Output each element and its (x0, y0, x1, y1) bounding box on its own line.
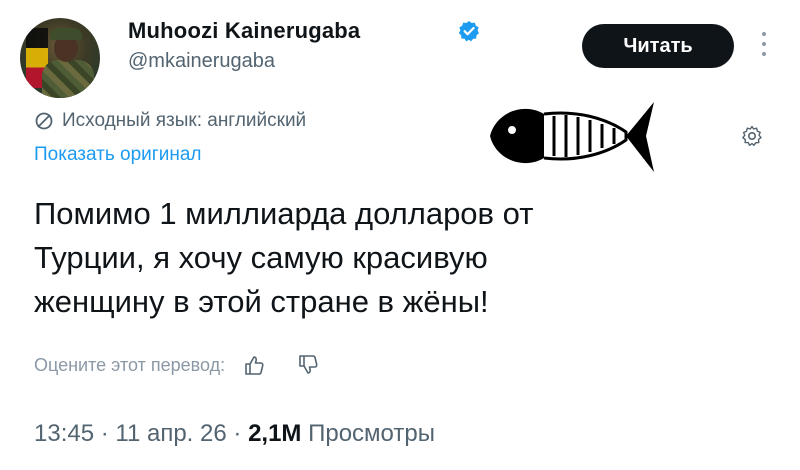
avatar-uniform (42, 60, 94, 98)
fish-logo-icon (490, 102, 654, 172)
rate-translation-label: Оцените этот перевод: (34, 354, 226, 375)
meta-separator: · (100, 420, 116, 447)
thumbs-up-icon[interactable] (243, 354, 265, 376)
user-handle[interactable]: @mkainerugaba (128, 50, 275, 73)
gear-icon[interactable] (740, 124, 764, 148)
views-label: Просмотры (308, 420, 435, 447)
tweet-line: Турции, я хочу самую красивую (34, 240, 488, 275)
tweet-line: женщину в этой стране в жёны! (34, 284, 489, 319)
display-name[interactable]: Muhoozi Kainerugaba (128, 18, 360, 44)
translate-icon (35, 112, 53, 130)
tweet-date[interactable]: 11 апр. 26 (115, 420, 226, 447)
thumbs-down-icon[interactable] (297, 354, 319, 376)
translation-source-note: Исходный язык: английский (34, 110, 306, 132)
verified-badge-icon (458, 21, 479, 42)
meta-separator: · (233, 420, 249, 447)
rate-translation-row: Оцените этот перевод: (34, 354, 319, 376)
avatar-cap (50, 28, 82, 40)
tweet-meta: 13:45 · 11 апр. 26 · 2,1M Просмотры (34, 420, 435, 448)
tweet-text: Помимо 1 миллиарда долларов от Турции, я… (34, 192, 674, 324)
tweet-time[interactable]: 13:45 (34, 420, 94, 447)
views-count: 2,1M (248, 420, 302, 447)
show-original-link[interactable]: Показать оригинал (34, 144, 201, 166)
tweet-line: Помимо 1 миллиарда долларов от (34, 196, 534, 231)
follow-button[interactable]: Читать (582, 24, 734, 68)
avatar[interactable] (20, 18, 100, 98)
translation-source-text: Исходный язык: английский (62, 110, 307, 131)
more-options-icon[interactable] (762, 32, 768, 62)
